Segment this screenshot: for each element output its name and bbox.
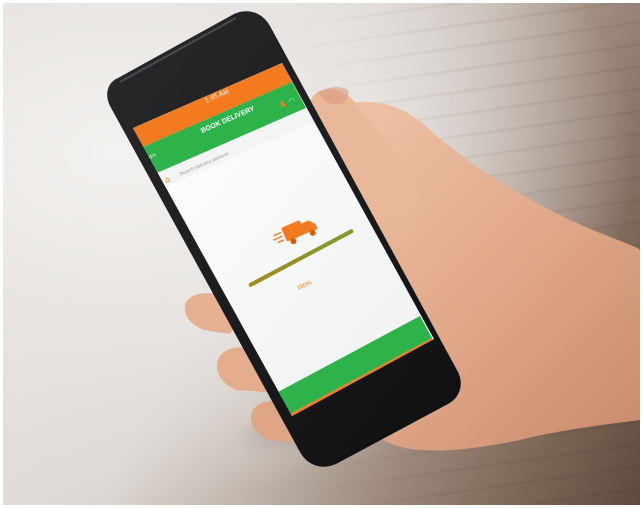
phone-scene: 1:45 AM ⇦ BOOK DELIVERY ♟ ◠ ⌂ Search del… bbox=[107, 11, 640, 467]
